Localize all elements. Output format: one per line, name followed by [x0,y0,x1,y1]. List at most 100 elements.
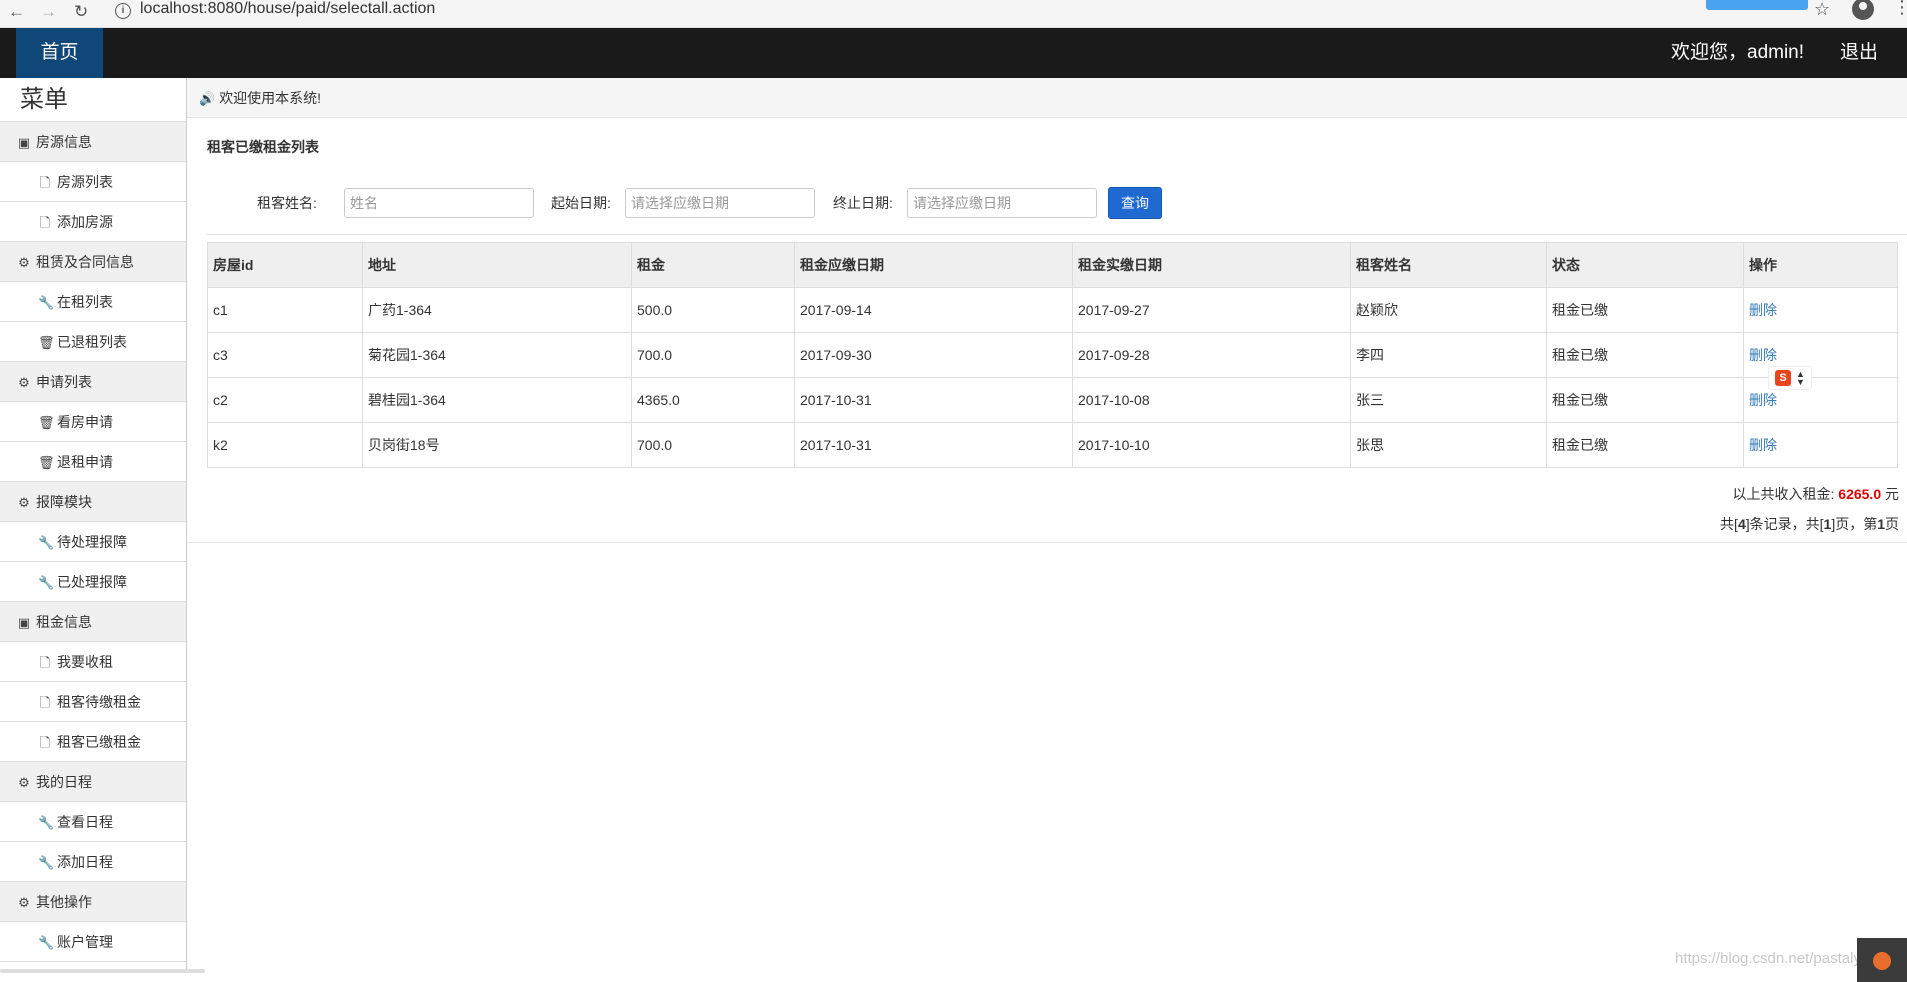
user-welcome: 欢迎您，admin! [1671,42,1805,63]
column-header-tenant-name: 租客姓名 [1350,242,1547,288]
main-content: 🔊欢迎使用本系统! 租客已缴租金列表 租客姓名: 起始日期: 终止日期: 查询 … [187,78,1907,972]
sidebar-item-label: 租客已缴租金 [57,734,141,750]
book-icon: ▣ [17,615,31,630]
sidebar-group-other[interactable]: ⚙ 其他操作 [0,882,186,922]
sidebar-group-label: 租赁及合同信息 [36,254,134,270]
cell-tenant-name: 张三 [1350,377,1547,423]
sidebar-item-label: 待处理报障 [57,534,127,550]
expand-arrows-icon: ▲ ▼ [1796,369,1805,387]
sidebar-group-lease[interactable]: ⚙ 租赁及合同信息 [0,242,186,282]
info-icon[interactable]: i [115,3,131,19]
sidebar-item-label: 退租申请 [57,454,113,470]
table-row: c3 菊花园1-364 700.0 2017-09-30 2017-09-28 … [207,332,1898,378]
sidebar-item-paid-rent[interactable]: 🗋 租客已缴租金 [0,722,186,762]
divider [187,542,1907,543]
reload-icon[interactable]: ↻ [74,2,88,22]
gear-icon: ⚙ [18,495,30,510]
browser-toolbar: ← → ↻ i localhost:8080/house/paid/select… [0,0,1907,28]
sidebar: 菜单 ▣ 房源信息 🗋 房源列表 🗋 添加房源 ⚙ 租赁及合同信息 🔧 在租列表 🗑 已退租… [0,78,187,972]
sidebar-group-faults[interactable]: ⚙ 报障模块 [0,482,186,522]
cell-house-id: c2 [207,377,363,423]
forward-icon[interactable]: → [40,2,57,22]
sidebar-group-label: 报障模块 [36,494,92,510]
cell-due-date: 2017-10-31 [794,377,1073,423]
sidebar-group-schedule[interactable]: ⚙ 我的日程 [0,762,186,802]
sidebar-item-collect-rent[interactable]: 🗋 我要收租 [0,642,186,682]
sidebar-item-account-management[interactable]: 🔧 账户管理 [0,922,186,962]
sidebar-group-rent[interactable]: ▣ 租金信息 [0,602,186,642]
cell-tenant-name: 赵颖欣 [1350,287,1547,333]
welcome-message: 欢迎使用本系统! [219,90,322,106]
wrench-icon: 🔧 [38,935,55,950]
sogou-logo-icon: S [1775,370,1791,386]
sidebar-item-label: 租客待缴租金 [57,694,141,710]
cell-tenant-name: 李四 [1350,332,1547,378]
table-header-row: 房屋id 地址 租金 租金应缴日期 租金实缴日期 租客姓名 状态 操作 [207,242,1898,288]
file-icon: 🗋 [39,175,51,190]
sidebar-title: 菜单 [0,78,186,122]
pagination-text: ]页，第 [1831,516,1878,532]
input-method-widget[interactable]: S ▲ ▼ [1768,366,1812,390]
sidebar-item-label: 添加日程 [57,854,113,870]
sidebar-item-house-list[interactable]: 🗋 房源列表 [0,162,186,202]
column-header-actions: 操作 [1743,242,1898,288]
delete-link[interactable]: 删除 [1743,332,1898,378]
tenant-name-input[interactable] [344,188,534,218]
sidebar-item-add-schedule[interactable]: 🔧 添加日程 [0,842,186,882]
wrench-icon: 🔧 [38,815,55,830]
sidebar-group-applications[interactable]: ⚙ 申请列表 [0,362,186,402]
sidebar-item-checked-out-list[interactable]: 🗑 已退租列表 [0,322,186,362]
pagination-text: 共[ [1720,516,1738,532]
cell-paid-date: 2017-10-10 [1072,422,1351,468]
start-date-input[interactable] [625,188,815,218]
cell-paid-date: 2017-10-08 [1072,377,1351,423]
sidebar-item-view-schedule[interactable]: 🔧 查看日程 [0,802,186,842]
sidebar-item-add-house[interactable]: 🗋 添加房源 [0,202,186,242]
sidebar-horizontal-scrollbar[interactable] [0,969,205,973]
summary-suffix: 元 [1885,486,1899,502]
sidebar-item-label: 我要收租 [57,654,113,670]
cell-tenant-name: 张思 [1350,422,1547,468]
sidebar-item-label: 看房申请 [57,414,113,430]
sidebar-group-house-info[interactable]: ▣ 房源信息 [0,122,186,162]
start-date-label: 起始日期: [551,195,611,211]
back-icon[interactable]: ← [8,2,25,22]
file-icon: 🗋 [39,655,51,670]
end-date-input[interactable] [907,188,1097,218]
cell-address: 广药1-364 [362,287,632,333]
sidebar-item-pending-faults[interactable]: 🔧 待处理报障 [0,522,186,562]
end-date-label: 终止日期: [833,195,893,211]
search-form: 租客姓名: 起始日期: 终止日期: 查询 [187,187,1907,219]
column-header-house-id: 房屋id [207,242,363,288]
sidebar-item-viewing-applications[interactable]: 🗑 看房申请 [0,402,186,442]
cell-house-id: c1 [207,287,363,333]
cell-due-date: 2017-09-30 [794,332,1073,378]
cell-due-date: 2017-09-14 [794,287,1073,333]
gear-icon: ⚙ [18,375,30,390]
logout-link[interactable]: 退出 [1840,28,1878,78]
sidebar-group-label: 其他操作 [36,894,92,910]
table-row: c2 碧桂园1-364 4365.0 2017-10-31 2017-10-08… [207,377,1898,423]
file-icon: 🗋 [39,735,51,750]
sidebar-item-checkout-applications[interactable]: 🗑 退租申请 [0,442,186,482]
summary-amount: 6265.0 [1838,486,1882,502]
cell-paid-date: 2017-09-28 [1072,332,1351,378]
wrench-icon: 🔧 [38,535,55,550]
sidebar-item-unpaid-rent[interactable]: 🗋 租客待缴租金 [0,682,186,722]
bookmark-star-icon[interactable]: ☆ [1814,0,1830,18]
cell-rent: 700.0 [631,332,795,378]
browser-menu-icon[interactable]: ⋮ [1893,0,1907,16]
address-bar[interactable]: localhost:8080/house/paid/selectall.acti… [140,0,435,18]
extension-badge[interactable] [1706,0,1808,10]
delete-link[interactable]: 删除 [1743,422,1898,468]
column-header-rent: 租金 [631,242,795,288]
sidebar-item-label: 查看日程 [57,814,113,830]
delete-link[interactable]: 删除 [1743,377,1898,423]
delete-link[interactable]: 删除 [1743,287,1898,333]
account-icon[interactable] [1852,0,1874,20]
cell-status: 租金已缴 [1546,332,1744,378]
sidebar-item-resolved-faults[interactable]: 🔧 已处理报障 [0,562,186,602]
sidebar-item-renting-list[interactable]: 🔧 在租列表 [0,282,186,322]
search-button[interactable]: 查询 [1108,187,1162,219]
home-link[interactable]: 首页 [16,28,103,78]
